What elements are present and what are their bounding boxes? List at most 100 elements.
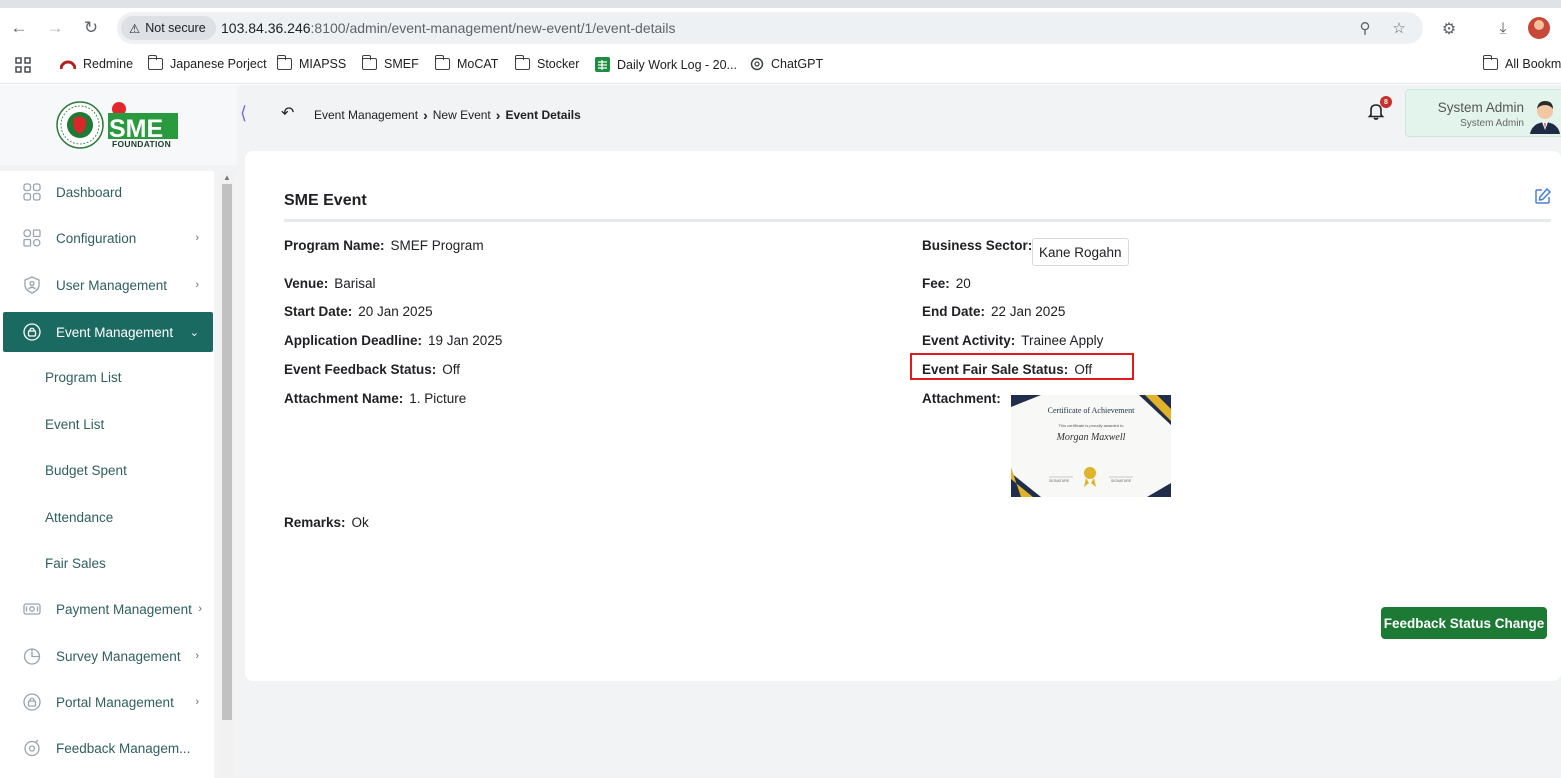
field-label: Venue:: [284, 276, 329, 291]
field-label: End Date:: [922, 304, 986, 319]
forward-arrow-icon[interactable]: →: [43, 16, 67, 40]
sidebar-item-payment-management[interactable]: Payment Management ›: [3, 589, 213, 629]
star-icon[interactable]: ☆: [1389, 18, 1409, 38]
bookmark-label: Redmine: [83, 57, 134, 71]
profile-avatar[interactable]: [1528, 17, 1550, 39]
sidebar-subitem-budget-spent[interactable]: Budget Spent: [45, 463, 127, 478]
url-text[interactable]: 103.84.36.246:8100/admin/event-managemen…: [221, 20, 676, 36]
sidebar-item-user-management[interactable]: User Management ›: [3, 265, 213, 305]
sidebar-item-configuration[interactable]: Configuration ›: [3, 218, 213, 258]
certificate-line: This certificate is proudly awarded to: [1058, 423, 1124, 428]
user-profile-menu[interactable]: System Admin System Admin: [1405, 89, 1561, 137]
bookmark-japanese-porject[interactable]: Japanese Porject: [147, 55, 267, 71]
sidebar-item-feedback-management[interactable]: Feedback Managem...: [3, 728, 213, 768]
sidebar-item-label: Payment Management: [56, 601, 192, 617]
field-venue: Venue: Barisal: [284, 276, 376, 291]
attachment-certificate-image[interactable]: Certificate of Achievement This certific…: [1011, 395, 1171, 497]
folder-icon: [361, 55, 377, 70]
bookmark-label: MIAPSS: [299, 57, 347, 71]
all-bookmarks[interactable]: All Bookm: [1482, 55, 1561, 71]
field-value: 22 Jan 2025: [991, 304, 1066, 319]
user-icon: [23, 276, 41, 294]
reload-icon[interactable]: ↻: [79, 16, 103, 40]
field-application-deadline: Application Deadline: 19 Jan 2025: [284, 333, 502, 348]
sidebar-subitem-program-list[interactable]: Program List: [45, 370, 122, 385]
chevron-right-icon: ›: [195, 232, 199, 244]
zoom-icon[interactable]: ⚲: [1355, 18, 1375, 38]
sidebar-item-label: Portal Management: [56, 694, 174, 710]
sidebar-item-label: Feedback Managem...: [56, 740, 191, 756]
payment-icon: [23, 600, 41, 618]
sidebar-item-event-management[interactable]: Event Management ⌄: [3, 312, 213, 352]
bookmark-smef[interactable]: SMEF: [361, 55, 419, 71]
field-value: Barisal: [334, 276, 376, 291]
folder-icon: [514, 55, 530, 70]
sheets-icon: [595, 57, 610, 72]
breadcrumb-event-management[interactable]: Event Management: [314, 108, 418, 122]
bookmark-chatgpt[interactable]: ChatGPT: [750, 57, 823, 71]
dashboard-icon: [23, 183, 41, 201]
bookmark-mocat[interactable]: MoCAT: [434, 55, 498, 71]
collapse-sidebar-icon[interactable]: ⟨: [240, 103, 247, 124]
sme-foundation-logo[interactable]: SME FOUNDATION: [56, 100, 180, 152]
field-value: SMEF Program: [390, 238, 484, 253]
bookmarks-bar: Redmine Japanese Porject MIAPSS SMEF MoC…: [0, 48, 1561, 84]
feedback-status-change-button[interactable]: Feedback Status Change: [1381, 607, 1547, 639]
extensions-icon[interactable]: ⚙: [1438, 18, 1460, 40]
apps-grid-icon[interactable]: [15, 57, 31, 73]
sidebar-item-portal-management[interactable]: Portal Management ›: [3, 682, 213, 722]
sidebar-scrollbar-thumb[interactable]: [222, 184, 232, 720]
back-undo-icon[interactable]: ↶: [281, 103, 294, 123]
sidebar-subitem-event-list[interactable]: Event List: [45, 417, 104, 432]
app-root: SME FOUNDATION Dashboard Configuration ›…: [0, 85, 1561, 778]
bookmark-redmine[interactable]: Redmine: [60, 57, 133, 71]
field-attachment-name: Attachment Name: 1. Picture: [284, 391, 466, 406]
chatgpt-icon: [750, 57, 764, 71]
event-details-card: SME Event Program Name: SMEF Program Venu…: [245, 151, 1561, 681]
back-arrow-icon[interactable]: ←: [7, 16, 31, 40]
folder-icon: [276, 55, 292, 70]
bookmark-miapss[interactable]: MIAPSS: [276, 55, 347, 71]
chevron-down-icon: ⌄: [189, 326, 199, 339]
sidebar-subitem-attendance[interactable]: Attendance: [45, 510, 113, 525]
field-label: Fee:: [922, 276, 950, 291]
bookmark-label: Daily Work Log - 20...: [617, 57, 737, 72]
field-fee: Fee: 20: [922, 276, 971, 291]
field-label: Attachment Name:: [284, 391, 404, 406]
scroll-up-arrow-icon[interactable]: ▲: [223, 173, 231, 182]
bookmark-label: Japanese Porject: [170, 57, 267, 71]
sidebar-item-dashboard[interactable]: Dashboard: [3, 172, 213, 212]
user-role: System Admin: [1460, 118, 1524, 129]
sidebar: Dashboard Configuration › User Managemen…: [0, 171, 214, 778]
download-icon[interactable]: ⤓: [1492, 18, 1514, 40]
business-sector-tag: Kane Rogahn: [1032, 238, 1129, 266]
sidebar-item-label: Event Management: [56, 324, 174, 340]
warning-icon: ⚠: [129, 21, 141, 36]
bookmark-stocker[interactable]: Stocker: [514, 55, 580, 71]
configuration-icon: [23, 229, 41, 247]
sidebar-scrollbar[interactable]: ▲: [220, 171, 234, 778]
breadcrumb-new-event[interactable]: New Event: [433, 108, 491, 122]
field-event-feedback-status: Event Feedback Status: Off: [284, 362, 460, 377]
user-avatar: [1528, 96, 1561, 134]
sidebar-item-survey-management[interactable]: Survey Management ›: [3, 636, 213, 676]
sidebar-subitem-fair-sales[interactable]: Fair Sales: [45, 556, 106, 571]
field-start-date: Start Date: 20 Jan 2025: [284, 304, 433, 319]
sidebar-header: SME FOUNDATION: [0, 85, 237, 165]
field-label: Remarks:: [284, 515, 346, 530]
certificate-heading: Certificate of Achievement: [1047, 406, 1135, 415]
breadcrumb: Event Management › New Event › Event Det…: [314, 107, 581, 123]
field-value: Ok: [351, 515, 369, 530]
chevron-right-icon: ›: [495, 107, 501, 123]
security-chip[interactable]: ⚠ Not secure: [121, 16, 216, 40]
folder-icon: [434, 55, 450, 70]
pie-chart-icon: [23, 647, 41, 665]
bookmark-label: ChatGPT: [771, 57, 824, 71]
bookmark-label: Stocker: [537, 57, 580, 71]
edit-icon[interactable]: [1534, 187, 1552, 205]
address-bar[interactable]: ⚠ Not secure 103.84.36.246:8100/admin/ev…: [117, 12, 1423, 44]
field-label: Business Sector:: [922, 238, 1033, 253]
certificate-name: Morgan Maxwell: [1056, 432, 1126, 443]
sidebar-item-label: User Management: [56, 277, 168, 293]
bookmark-daily-work-log[interactable]: Daily Work Log - 20...: [595, 57, 737, 72]
